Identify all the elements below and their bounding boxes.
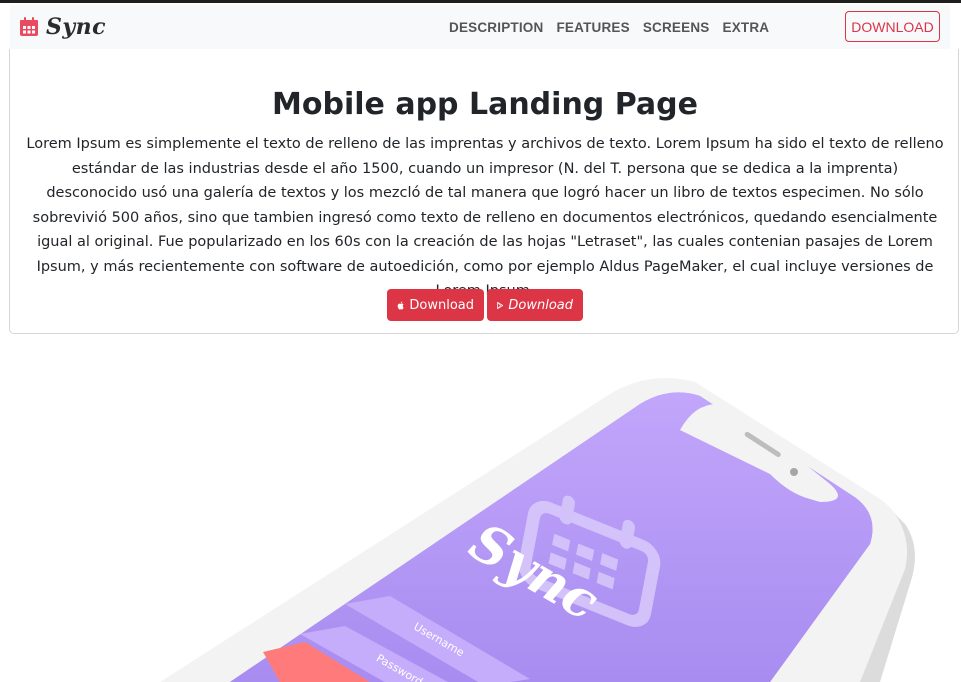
phone-mockup-image: Sync Username Password — [0, 334, 961, 682]
nav-link-extra[interactable]: EXTRA — [723, 20, 770, 35]
hero-buttons: Download Download — [10, 289, 960, 321]
phone-mockup: Sync Username Password — [160, 378, 915, 682]
hero-title: Mobile app Landing Page — [272, 87, 698, 122]
nav-link-description[interactable]: DESCRIPTION — [449, 20, 543, 35]
calendar-icon — [20, 17, 38, 36]
google-play-download-label: Download — [508, 297, 573, 313]
hero-section: Mobile app Landing Page Lorem Ipsum es s… — [9, 49, 959, 334]
browser-top-edge — [0, 0, 961, 3]
nav-link-features[interactable]: FEATURES — [556, 20, 629, 35]
app-store-download-button[interactable]: Download — [387, 289, 484, 321]
nav-links: DESCRIPTION FEATURES SCREENS EXTRA — [449, 5, 782, 49]
nav-link-screens[interactable]: SCREENS — [643, 20, 710, 35]
nav-download-button[interactable]: DOWNLOAD — [845, 11, 940, 42]
google-play-icon — [497, 301, 504, 309]
navbar: Sync DESCRIPTION FEATURES SCREENS EXTRA … — [10, 5, 950, 49]
google-play-download-button[interactable]: Download — [487, 289, 583, 321]
app-store-download-label: Download — [409, 297, 474, 313]
hero-description: Lorem Ipsum es simplemente el texto de r… — [26, 136, 944, 299]
apple-icon — [397, 301, 404, 309]
brand-logo[interactable]: Sync — [18, 14, 106, 40]
brand-name: Sync — [46, 14, 107, 40]
